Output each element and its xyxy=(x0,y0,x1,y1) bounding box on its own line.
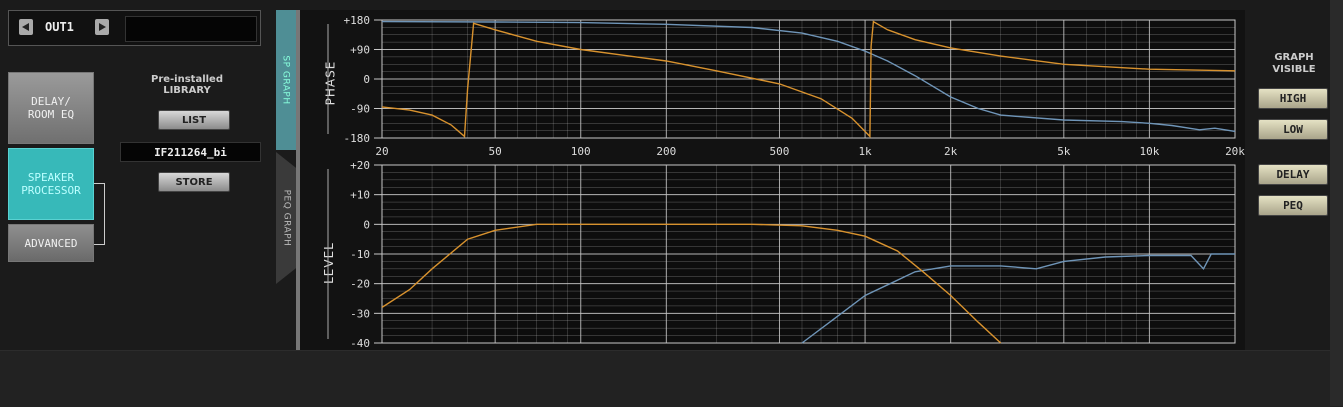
delay-visible-button[interactable]: DELAY xyxy=(1258,164,1328,185)
x-tick-label: 10k xyxy=(1139,145,1159,158)
phase-ytick-label: +90 xyxy=(350,44,370,57)
x-tick-label: 5k xyxy=(1057,145,1071,158)
next-channel-arrow-icon[interactable] xyxy=(95,19,109,35)
x-tick-label: 20k xyxy=(1225,145,1245,158)
graph-area: PHASE LEVEL +180 +90 0 -90 -180 +20 +10 0 -10 -20… xyxy=(300,10,1245,350)
high-visible-button[interactable]: HIGH xyxy=(1258,88,1328,109)
delay-room-eq-button[interactable]: DELAY/ ROOM EQ xyxy=(8,72,94,144)
tab-sp-graph-label: SP GRAPH xyxy=(281,55,291,105)
prev-channel-arrow-icon[interactable] xyxy=(19,19,33,35)
level-ytick-label: +10 xyxy=(350,189,370,202)
x-tick-label: 2k xyxy=(944,145,958,158)
channel-label: OUT1 xyxy=(45,20,74,34)
phase-ytick-label: +180 xyxy=(344,14,371,27)
phase-ytick-label: -90 xyxy=(350,103,370,116)
phase-ytick-label: -180 xyxy=(344,132,371,145)
low-visible-button[interactable]: LOW xyxy=(1258,119,1328,140)
level-ytick-label: +20 xyxy=(350,159,370,172)
level-ytick-label: -30 xyxy=(350,307,370,320)
graph-svg: +180 +90 0 -90 -180 +20 +10 0 -10 -20 -30 -40 20 50 10… xyxy=(327,14,1245,350)
bracket-divider xyxy=(94,183,105,245)
level-ytick-label: -20 xyxy=(350,278,370,291)
library-file-name: IF211264_bi xyxy=(120,142,261,162)
x-tick-label: 1k xyxy=(858,145,872,158)
store-button[interactable]: STORE xyxy=(158,172,230,192)
x-tick-label: 50 xyxy=(489,145,502,158)
channel-name-field[interactable] xyxy=(125,16,257,42)
x-tick-label: 200 xyxy=(656,145,676,158)
tab-peq-graph[interactable]: PEQ GRAPH xyxy=(276,152,296,284)
library-title: Pre-installed LIBRARY xyxy=(150,74,224,96)
x-tick-label: 20 xyxy=(375,145,388,158)
level-ytick-label: 0 xyxy=(363,218,370,231)
x-tick-label: 100 xyxy=(571,145,591,158)
graph-visible-title: GRAPH VISIBLE xyxy=(1272,52,1316,75)
x-tick-label: 500 xyxy=(770,145,790,158)
bottom-bar xyxy=(0,350,1343,407)
list-button[interactable]: LIST xyxy=(158,110,230,130)
level-ytick-label: -10 xyxy=(350,248,370,261)
right-edge-bar xyxy=(1330,0,1343,406)
speaker-processor-button[interactable]: SPEAKER PROCESSOR xyxy=(8,148,94,220)
tab-peq-graph-label: PEQ GRAPH xyxy=(281,189,291,247)
channel-selector: OUT1 xyxy=(8,10,261,46)
peq-visible-button[interactable]: PEQ xyxy=(1258,195,1328,216)
tab-sp-graph[interactable]: SP GRAPH xyxy=(276,10,296,150)
advanced-button[interactable]: ADVANCED xyxy=(8,224,94,262)
level-ytick-label: -40 xyxy=(350,337,370,350)
phase-ytick-label: 0 xyxy=(363,73,370,86)
